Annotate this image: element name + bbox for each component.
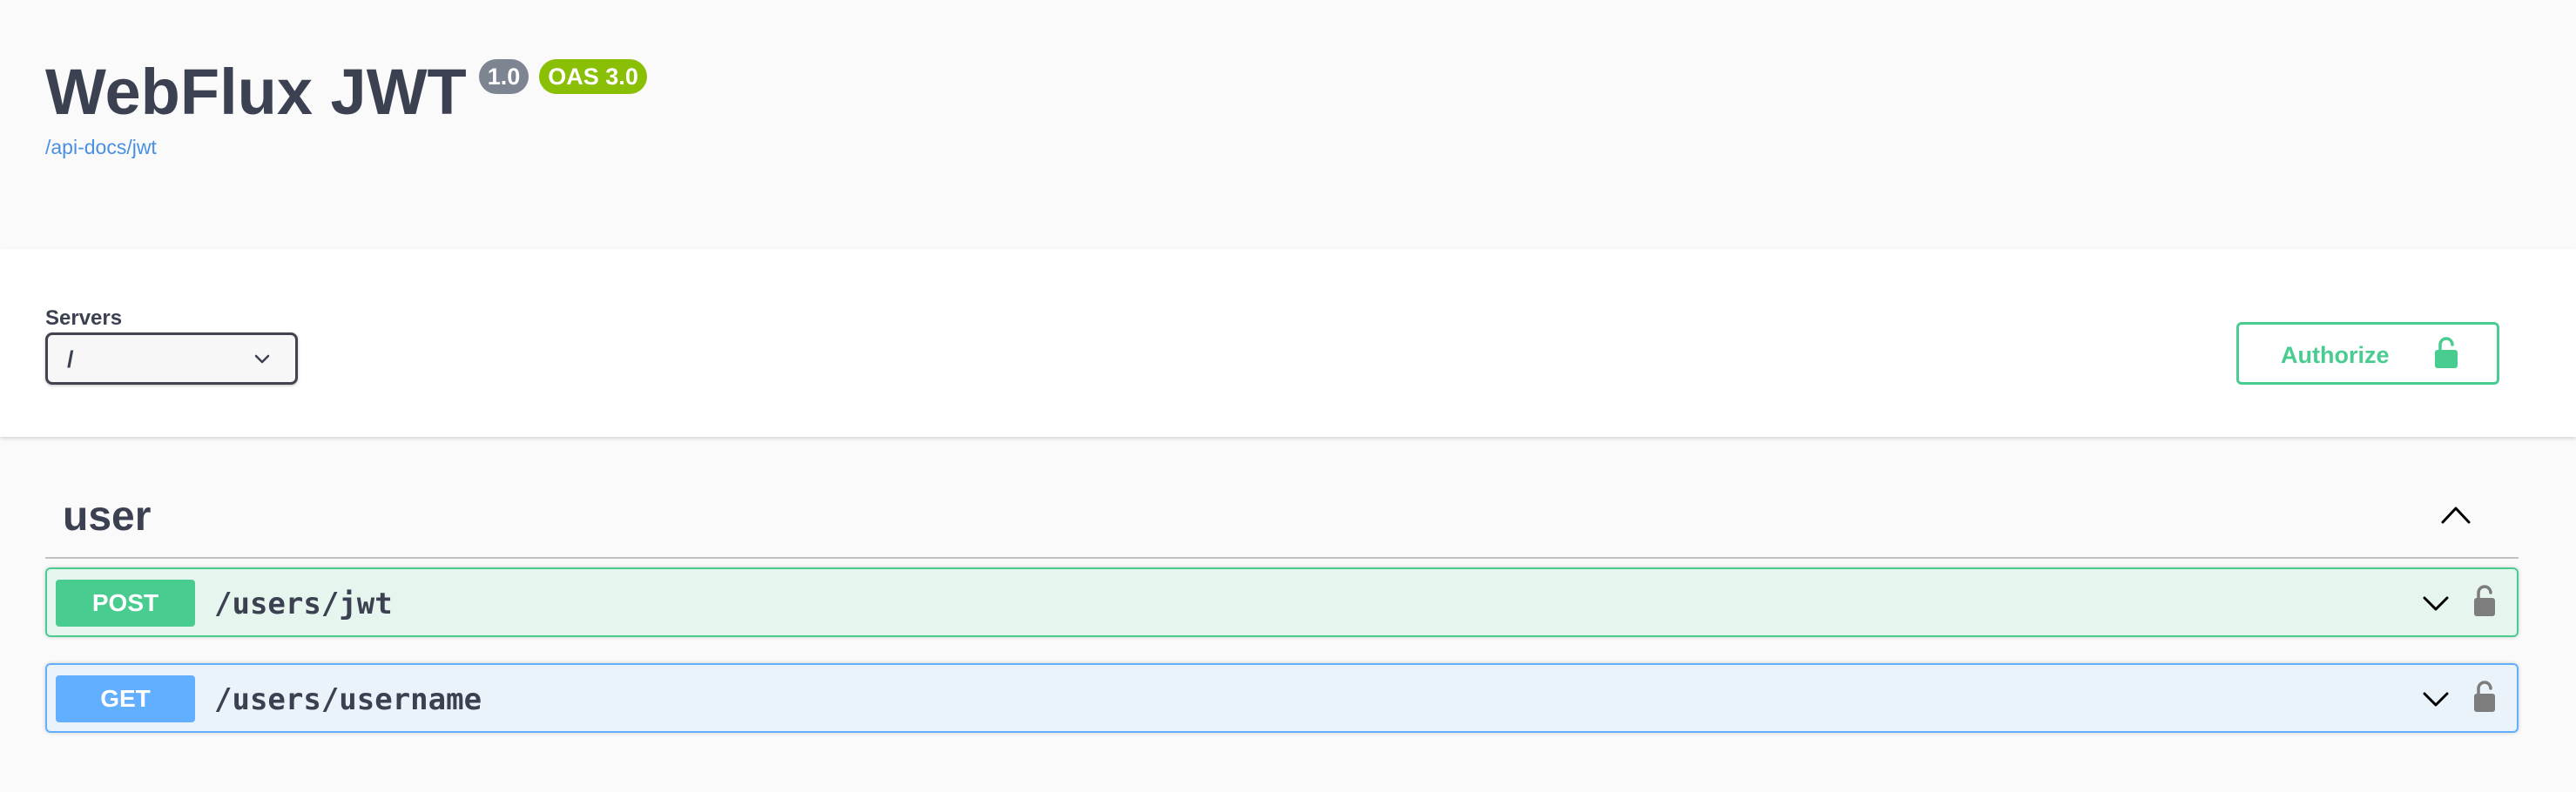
method-badge-get: GET bbox=[56, 675, 195, 722]
authorize-button[interactable]: Authorize bbox=[2236, 322, 2499, 385]
scheme-container: Servers / Authorize bbox=[0, 249, 2576, 437]
title-row: WebFlux JWT 1.0 OAS 3.0 bbox=[45, 56, 647, 129]
operation-path: /users/jwt bbox=[214, 587, 393, 621]
method-badge-post: POST bbox=[56, 580, 195, 627]
authorize-label: Authorize bbox=[2281, 342, 2390, 368]
operation-path: /users/username bbox=[214, 682, 482, 717]
lock-icon[interactable] bbox=[2471, 583, 2498, 618]
tag-section-user[interactable]: user bbox=[45, 475, 2519, 559]
spec-url-link[interactable]: /api-docs/jwt bbox=[45, 136, 157, 159]
page-title: WebFlux JWT bbox=[45, 56, 467, 128]
unlocked-lock-icon bbox=[2435, 337, 2458, 368]
lock-icon[interactable] bbox=[2471, 679, 2498, 714]
version-badge: 1.0 bbox=[478, 59, 529, 94]
info-section: WebFlux JWT 1.0 OAS 3.0 /api-docs/jwt bbox=[0, 0, 2576, 249]
operation-post-users-jwt[interactable]: POST /users/jwt bbox=[45, 567, 2519, 637]
oas-version-badge: OAS 3.0 bbox=[539, 59, 647, 94]
chevron-down-icon[interactable] bbox=[2421, 688, 2451, 710]
chevron-down-icon[interactable] bbox=[2421, 592, 2451, 614]
servers-select[interactable]: / bbox=[45, 332, 298, 385]
operation-get-users-username[interactable]: GET /users/username bbox=[45, 663, 2519, 733]
chevron-up-icon[interactable] bbox=[2438, 501, 2473, 527]
tag-title: user bbox=[63, 493, 152, 540]
servers-label: Servers bbox=[45, 306, 123, 330]
chevron-down-icon bbox=[254, 354, 270, 364]
servers-selected-value: / bbox=[67, 346, 74, 373]
